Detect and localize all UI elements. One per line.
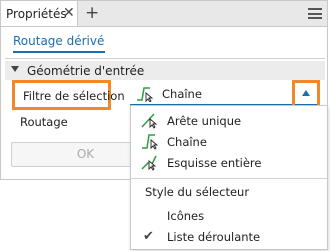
dropdown-item-esquisse-entiere[interactable]: Esquisse entière [131, 152, 327, 173]
collapse-arrow-icon[interactable] [11, 66, 19, 72]
tab-proprietes[interactable]: Propriétés ✕ [1, 1, 78, 26]
section-header-geometrie[interactable]: Géométrie d'entrée [5, 61, 325, 80]
subtab-label: Routage dérivé [13, 34, 105, 48]
whole-sketch-icon [141, 155, 157, 171]
section-title: Géométrie d'entrée [27, 64, 145, 78]
select-value: Chaîne [162, 87, 202, 101]
dropdown-item-chaine[interactable]: Chaîne [131, 131, 327, 152]
style-option-liste-deroulante[interactable]: ✔ Liste déroulante [131, 226, 327, 247]
hamburger-menu-icon[interactable] [308, 8, 322, 19]
panel-tab-bar: Propriétés ✕ + [1, 1, 327, 27]
dropdown-item-arete-unique[interactable]: Arête unique [131, 110, 327, 131]
subtab-routage-derive[interactable]: Routage dérivé [13, 34, 105, 53]
selector-style-heading: Style du sélecteur [145, 185, 250, 199]
dropdown-item-label: Arête unique [167, 114, 242, 128]
dropdown-toggle-button[interactable] [292, 80, 320, 108]
style-option-icones[interactable]: Icônes [131, 205, 327, 226]
filter-label: Filtre de sélection [23, 89, 125, 103]
filter-label-highlight: Filtre de sélection [12, 80, 125, 110]
dropdown-item-label: Esquisse entière [167, 156, 262, 170]
close-icon[interactable]: ✕ [63, 5, 75, 21]
tab-label: Propriétés [6, 7, 67, 21]
style-option-label: Icônes [167, 209, 205, 223]
chain-icon [142, 134, 159, 150]
selection-filter-dropdown: Arête unique Chaîne Esquisse entière Sty… [130, 105, 328, 250]
single-edge-icon [141, 113, 158, 129]
checkmark-icon: ✔ [143, 229, 154, 244]
dropdown-item-label: Chaîne [167, 135, 207, 149]
routage-label: Routage [20, 115, 68, 129]
style-option-label: Liste déroulante [167, 230, 261, 244]
divider [5, 58, 325, 59]
active-tab-underline [13, 51, 105, 53]
dropdown-separator [131, 178, 327, 179]
chain-icon [137, 87, 154, 102]
add-tab-icon[interactable]: + [85, 3, 99, 23]
chevron-up-icon [302, 90, 310, 96]
